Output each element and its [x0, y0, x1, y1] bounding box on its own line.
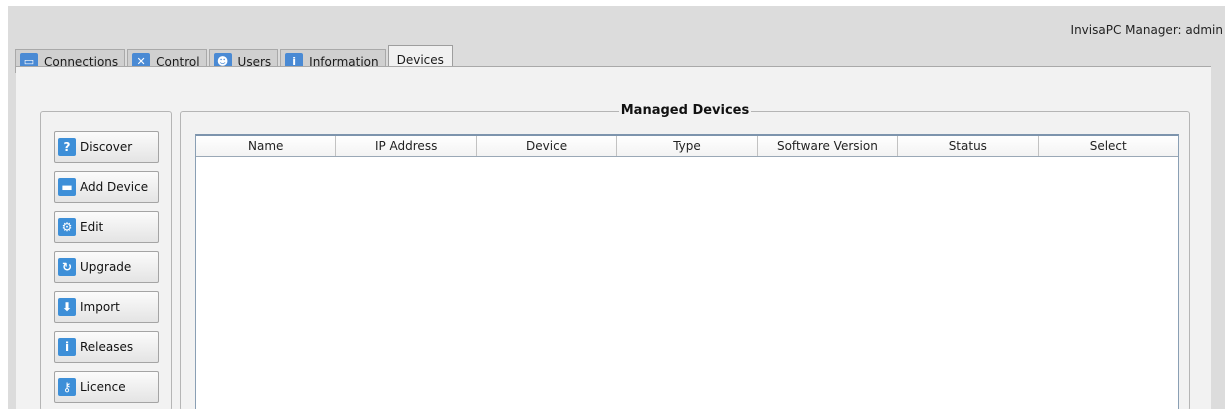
- column-header-status[interactable]: Status: [898, 136, 1039, 156]
- column-header-ip-address[interactable]: IP Address: [336, 136, 477, 156]
- managed-devices-group: Managed Devices Name IP Address Device T…: [180, 103, 1190, 409]
- button-label: Add Device: [80, 180, 149, 194]
- button-label: Releases: [80, 340, 134, 354]
- releases-button[interactable]: i Releases: [54, 331, 159, 363]
- button-label: Licence: [80, 380, 126, 394]
- group-title: Managed Devices: [618, 103, 752, 118]
- column-header-type[interactable]: Type: [617, 136, 758, 156]
- column-header-name[interactable]: Name: [196, 136, 337, 156]
- user-label: InvisaPC Manager: admin: [1070, 23, 1223, 37]
- button-label: Edit: [80, 220, 104, 234]
- upgrade-button[interactable]: ↻ Upgrade: [54, 251, 159, 283]
- button-label: Discover: [80, 140, 133, 154]
- refresh-icon: ↻: [58, 258, 76, 276]
- discover-button[interactable]: ? Discover: [54, 131, 159, 163]
- column-header-device[interactable]: Device: [477, 136, 618, 156]
- import-button[interactable]: ⬇ Import: [54, 291, 159, 323]
- table-header: Name IP Address Device Type Software Ver…: [196, 136, 1178, 157]
- add-device-button[interactable]: ▬ Add Device: [54, 171, 159, 203]
- key-icon: ⚷: [58, 378, 76, 396]
- question-icon: ?: [58, 138, 76, 156]
- download-icon: ⬇: [58, 298, 76, 316]
- button-label: Import: [80, 300, 120, 314]
- tab-label: Devices: [396, 52, 444, 67]
- devices-table[interactable]: Name IP Address Device Type Software Ver…: [195, 134, 1179, 409]
- column-header-software-version[interactable]: Software Version: [758, 136, 899, 156]
- devices-panel: ? Discover ▬ Add Device ⚙ Edit ↻ Upgrade…: [16, 66, 1211, 409]
- licence-button[interactable]: ⚷ Licence: [54, 371, 159, 403]
- add-device-icon: ▬: [58, 178, 76, 196]
- info-icon: i: [58, 338, 76, 356]
- button-label: Upgrade: [80, 260, 132, 274]
- device-actions-toolbar: ? Discover ▬ Add Device ⚙ Edit ↻ Upgrade…: [40, 111, 172, 409]
- edit-button[interactable]: ⚙ Edit: [54, 211, 159, 243]
- column-header-select[interactable]: Select: [1039, 136, 1178, 156]
- gear-icon: ⚙: [58, 218, 76, 236]
